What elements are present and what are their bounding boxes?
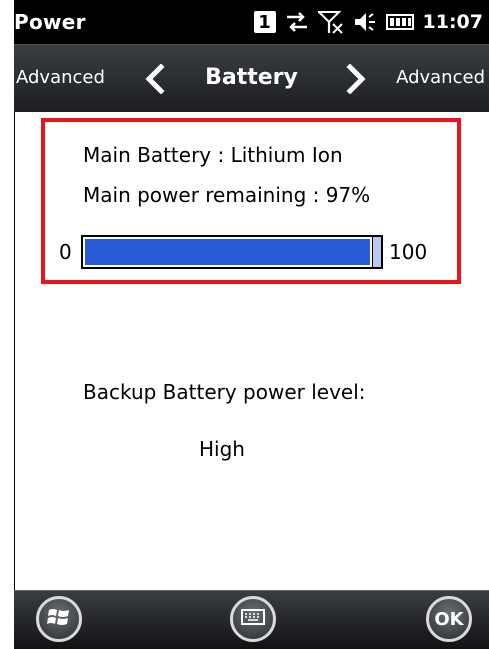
tab-next-advanced[interactable]: Advanced	[396, 67, 485, 88]
status-bar: Power 1 11:07	[14, 0, 489, 44]
screen: Power 1 11:07 Advanced Battery Advanced …	[0, 0, 489, 649]
chevron-right-icon[interactable]	[345, 63, 367, 98]
bar-min-label: 0	[59, 240, 72, 264]
tab-navigation-bar: Advanced Battery Advanced	[14, 44, 489, 113]
backup-battery-value: High	[199, 437, 245, 461]
connectivity-icon[interactable]	[285, 11, 309, 33]
power-level-remaining	[372, 237, 381, 267]
notification-badge-icon[interactable]: 1	[253, 11, 276, 33]
backup-battery-label: Backup Battery power level:	[83, 380, 366, 404]
clock[interactable]: 11:07	[423, 11, 483, 33]
battery-content-panel: Main Battery : Lithium Ion Main power re…	[14, 112, 489, 590]
speaker-icon[interactable]	[353, 11, 377, 33]
power-level-fill	[85, 239, 370, 265]
bottom-command-bar: OK	[14, 590, 489, 649]
app-title: Power	[14, 10, 86, 34]
windows-start-icon	[47, 606, 71, 632]
signal-off-icon[interactable]	[317, 10, 344, 34]
keyboard-icon	[241, 609, 265, 629]
keyboard-button[interactable]	[230, 596, 276, 642]
main-power-remaining: Main power remaining : 97%	[83, 183, 371, 207]
ok-button[interactable]: OK	[426, 596, 472, 642]
battery-icon[interactable]	[385, 12, 414, 32]
bar-max-label: 100	[389, 240, 428, 264]
main-battery-type: Main Battery : Lithium Ion	[83, 143, 343, 167]
power-level-bar	[81, 235, 383, 269]
start-button[interactable]	[36, 596, 82, 642]
status-icons: 1 11:07	[253, 9, 483, 35]
